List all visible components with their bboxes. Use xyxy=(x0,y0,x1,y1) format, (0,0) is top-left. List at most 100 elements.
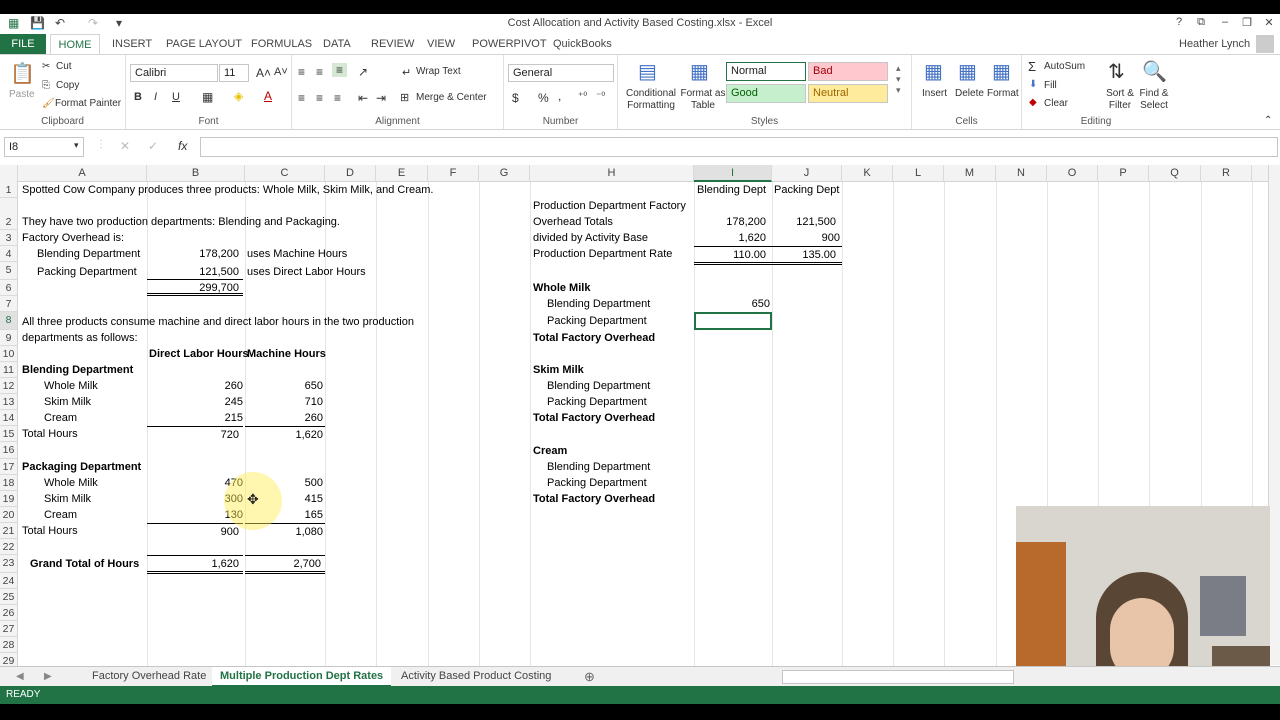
cell-a19[interactable]: Skim Milk xyxy=(44,491,91,507)
cell-c14[interactable]: 260 xyxy=(245,410,323,426)
cell-b10[interactable]: Direct Labor Hours xyxy=(149,346,249,362)
cell-i1[interactable]: Blending Dept xyxy=(697,182,766,198)
restore-icon[interactable]: ❐ xyxy=(1238,16,1256,29)
cancel-formula-icon[interactable]: ✕ xyxy=(120,139,130,153)
cell-a5[interactable]: Packing Department xyxy=(37,264,137,280)
format-painter-icon[interactable]: 🖌 xyxy=(42,98,55,109)
cell-i2[interactable]: 178,200 xyxy=(694,214,766,230)
cell-i3[interactable]: 1,620 xyxy=(694,230,766,246)
sort-filter-icon[interactable]: ⇅ xyxy=(1108,59,1125,84)
comma-button[interactable]: , xyxy=(558,89,561,103)
row-header[interactable]: 14 xyxy=(0,410,18,426)
cell-c12[interactable]: 650 xyxy=(245,378,323,394)
cell-h14[interactable]: Total Factory Overhead xyxy=(533,410,655,426)
row-header[interactable]: 16 xyxy=(0,442,18,459)
cell-h3[interactable]: divided by Activity Base xyxy=(533,230,648,246)
increase-indent-icon[interactable]: ⇥ xyxy=(376,91,386,105)
row-header[interactable]: 3 xyxy=(0,230,18,246)
cell-h17[interactable]: Blending Department xyxy=(547,459,650,475)
cell-b5[interactable]: 121,500 xyxy=(147,264,243,280)
tab-insert[interactable]: INSERT xyxy=(112,38,152,50)
italic-button[interactable]: I xyxy=(154,91,157,103)
cell-h18[interactable]: Packing Department xyxy=(547,475,647,491)
cell-a15[interactable]: Total Hours xyxy=(22,426,78,442)
cell-a13[interactable]: Skim Milk xyxy=(44,394,91,410)
help-icon[interactable]: ? xyxy=(1170,16,1188,28)
tab-file[interactable]: FILE xyxy=(0,34,46,54)
fill-icon[interactable]: ⬇ xyxy=(1029,79,1037,90)
prev-sheet-icon[interactable]: ◀ xyxy=(16,671,24,682)
cell-a20[interactable]: Cream xyxy=(44,507,77,523)
minimize-icon[interactable]: – xyxy=(1216,16,1234,28)
insert-cells-icon[interactable]: ▦ xyxy=(924,59,943,84)
cell-j4[interactable]: 135.00 xyxy=(772,246,842,265)
row-header[interactable]: 26 xyxy=(0,605,18,621)
cell-b14[interactable]: 215 xyxy=(147,410,243,426)
cut-icon[interactable]: ✂ xyxy=(42,61,50,72)
clear-icon[interactable]: ◆ xyxy=(1029,97,1037,108)
user-avatar[interactable] xyxy=(1256,35,1274,53)
cell-a21[interactable]: Total Hours xyxy=(22,523,78,539)
decrease-decimal-icon[interactable]: ⁻⁰ xyxy=(596,91,605,102)
row-header[interactable]: 19 xyxy=(0,491,18,507)
insert-function-button[interactable]: fx xyxy=(178,139,187,153)
format-cells-icon[interactable]: ▦ xyxy=(992,59,1011,84)
column-header-k[interactable]: K xyxy=(842,165,893,182)
next-sheet-icon[interactable]: ▶ xyxy=(44,671,52,682)
delete-cells-icon[interactable]: ▦ xyxy=(958,59,977,84)
row-header[interactable]: 5 xyxy=(0,262,18,280)
row-header[interactable]: 23 xyxy=(0,555,18,573)
wrap-text-icon[interactable]: ↵ xyxy=(402,66,411,79)
formula-input[interactable] xyxy=(200,137,1278,157)
cell-i4[interactable]: 110.00 xyxy=(694,246,772,265)
cell-c4[interactable]: uses Machine Hours xyxy=(247,246,347,262)
row-header[interactable]: 4 xyxy=(0,246,18,262)
row-header[interactable]: 15 xyxy=(0,426,18,442)
cell-h8[interactable]: Packing Department xyxy=(547,313,647,329)
cell-b21[interactable]: 900 xyxy=(147,523,243,539)
column-header-r[interactable]: R xyxy=(1201,165,1252,182)
format-painter-button[interactable]: Format Painter xyxy=(55,98,121,109)
row-header[interactable]: 10 xyxy=(0,346,18,362)
shrink-font-icon[interactable]: A˅ xyxy=(274,66,288,78)
increase-decimal-icon[interactable]: ⁺⁰ xyxy=(578,91,587,102)
column-header-e[interactable]: E xyxy=(376,165,428,182)
format-cells-button[interactable]: Format xyxy=(987,88,1019,99)
cell-a17[interactable]: Packaging Department xyxy=(22,459,141,475)
autosum-button[interactable]: AutoSum xyxy=(1044,61,1085,72)
row-header[interactable]: 12 xyxy=(0,378,18,394)
row-header[interactable]: 13 xyxy=(0,394,18,410)
cell-a23[interactable]: Grand Total of Hours xyxy=(30,556,139,572)
cell-a12[interactable]: Whole Milk xyxy=(44,378,98,394)
cell-h11[interactable]: Skim Milk xyxy=(533,362,584,378)
cell-b12[interactable]: 260 xyxy=(147,378,243,394)
cell-a2[interactable]: They have two production departments: Bl… xyxy=(22,214,340,230)
row-header[interactable]: 29 xyxy=(0,653,18,666)
orientation-icon[interactable]: ↗ xyxy=(358,65,368,79)
cell-a11[interactable]: Blending Department xyxy=(22,362,133,378)
tab-home[interactable]: HOME xyxy=(50,34,100,55)
find-select-button[interactable]: Find & Select xyxy=(1136,88,1172,112)
cell-c10[interactable]: Machine Hours xyxy=(247,346,326,362)
row-header[interactable]: 6 xyxy=(0,280,18,296)
column-header-i[interactable]: I xyxy=(694,165,772,182)
format-as-table-button[interactable]: Format as Table xyxy=(680,88,726,112)
cell-h2[interactable]: Overhead Totals xyxy=(533,214,613,230)
column-header-o[interactable]: O xyxy=(1047,165,1098,182)
cell-b13[interactable]: 245 xyxy=(147,394,243,410)
cell-h4[interactable]: Production Department Rate xyxy=(533,246,672,262)
column-header-n[interactable]: N xyxy=(996,165,1047,182)
underline-button[interactable]: U xyxy=(172,91,180,103)
close-icon[interactable]: ✕ xyxy=(1260,16,1278,29)
cell-i7[interactable]: 650 xyxy=(694,296,770,312)
tab-formulas[interactable]: FORMULAS xyxy=(251,38,312,50)
conditional-formatting-button[interactable]: Conditional Formatting xyxy=(622,88,680,112)
column-header-a[interactable]: A xyxy=(18,165,147,182)
grow-font-icon[interactable]: A˄ xyxy=(256,66,271,80)
column-header-b[interactable]: B xyxy=(147,165,245,182)
align-left-icon[interactable]: ≡ xyxy=(298,91,305,105)
cell-c13[interactable]: 710 xyxy=(245,394,323,410)
cell-b6[interactable]: 299,700 xyxy=(147,280,243,296)
user-name[interactable]: Heather Lynch xyxy=(1179,38,1250,50)
align-top-icon[interactable]: ≡ xyxy=(298,65,305,79)
